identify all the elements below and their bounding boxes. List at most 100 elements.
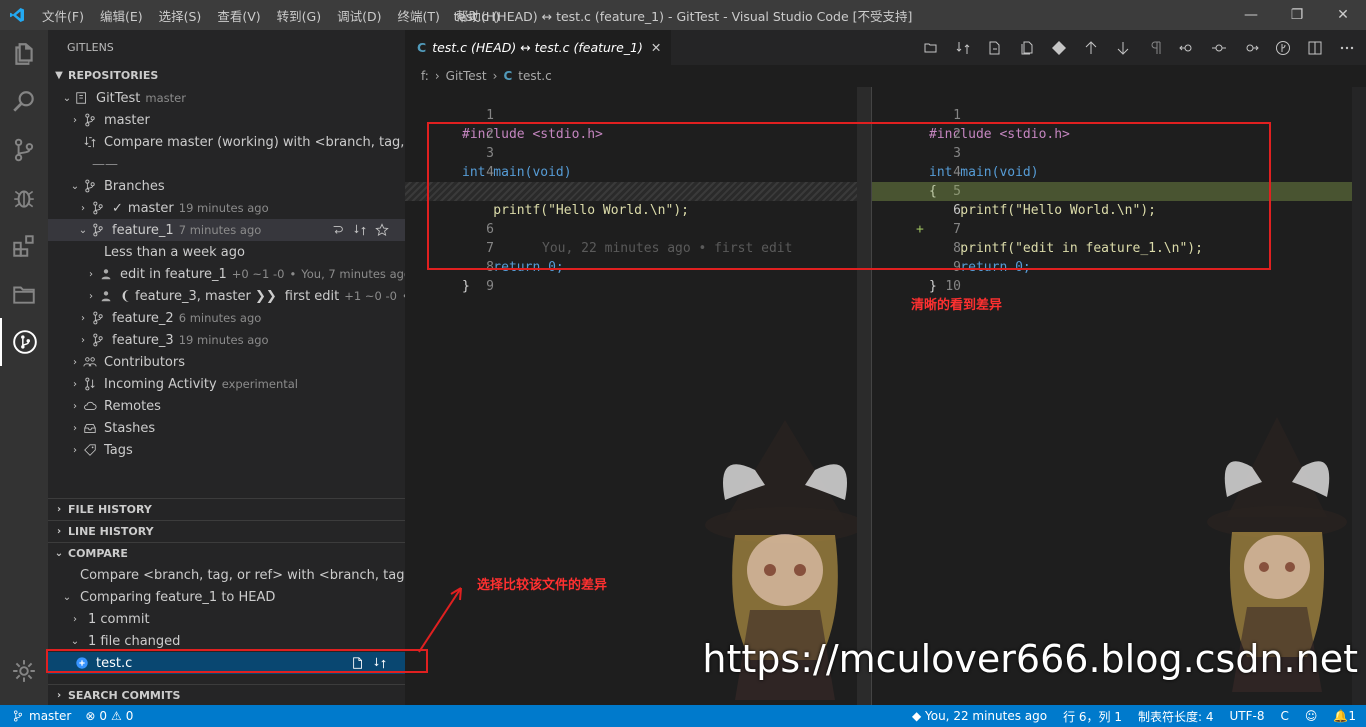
comparison-item[interactable]: ⌄ Comparing feature_1 to HEAD [48,586,405,608]
menu-edit[interactable]: 编辑(E) [92,6,151,25]
arrow-up-icon[interactable] [1082,39,1100,57]
chevron-right-icon: › [73,356,77,368]
compare-section-header[interactable]: ⌄ COMPARE [48,542,405,564]
branch-item-feature-3[interactable]: › feature_3 19 minutes ago [48,329,405,351]
arrow-down-icon[interactable] [1114,39,1132,57]
chevron-down-icon: ▼ [55,70,63,81]
branches-group[interactable]: ⌄ Branches [48,175,405,197]
gitlens-icon[interactable] [0,318,48,366]
branch-item-master[interactable]: › ✓ master 19 minutes ago [48,197,405,219]
commit-item[interactable]: › edit in feature_1 +0 ~1 -0 • You, 7 mi… [48,263,405,285]
star-icon[interactable] [375,223,389,237]
folder-icon[interactable] [0,270,48,318]
stashes-group[interactable]: › Stashes [48,417,405,439]
copy-icon[interactable] [1018,39,1036,57]
right-scrollbar[interactable] [1352,87,1366,705]
debug-icon[interactable] [0,174,48,222]
compare-working-item[interactable]: Compare master (working) with <branch, t… [48,131,405,153]
open-changes-icon[interactable] [922,39,940,57]
commit-count-label: 1 commit [88,611,150,627]
contributors-icon [82,354,98,370]
compare-prompt-item[interactable]: Compare <branch, tag, or ref> with <bran… [48,564,405,586]
branch-name: feature_1 [112,222,174,238]
blame-status[interactable]: ◆ You, 22 minutes ago [912,709,1047,723]
file-history-section-header[interactable]: › FILE HISTORY [48,498,405,520]
editor-actions [922,30,1356,65]
explorer-icon[interactable] [0,30,48,78]
editor-area: C test.c (HEAD) ↔ test.c (feature_1) ✕ f… [405,30,1366,705]
search-commits-section-header[interactable]: › SEARCH COMMITS [48,684,405,706]
commit-count-item[interactable]: › 1 commit [48,608,405,630]
menu-selection[interactable]: 选择(S) [151,6,210,25]
line-history-section-header[interactable]: › LINE HISTORY [48,520,405,542]
gitlens-toggle-icon[interactable] [1274,39,1292,57]
next-revision-icon[interactable] [1242,39,1260,57]
branch-icon [90,332,106,348]
files-changed-label: 1 file changed [88,633,181,649]
diff-highlight-box [427,122,1271,270]
minimize-button[interactable]: — [1228,0,1274,30]
chevron-down-icon: ⌄ [62,92,72,104]
menu-go[interactable]: 转到(G) [269,6,329,25]
branch-icon [82,112,98,128]
chevron-right-icon: › [56,525,62,537]
branch-icon [82,178,98,194]
checkout-icon[interactable] [331,223,345,237]
tags-group[interactable]: › Tags [48,439,405,461]
branch-status[interactable]: master [12,709,71,723]
repositories-section-header[interactable]: ▼ REPOSITORIES [48,65,405,87]
branch-time: 19 minutes ago [178,201,269,215]
incoming-activity-label: Incoming Activity [104,376,217,392]
line-history-label: LINE HISTORY [68,524,154,538]
remotes-group[interactable]: › Remotes [48,395,405,417]
chevron-right-icon: › [81,334,85,346]
branch-item-feature-1[interactable]: ⌄ feature_1 7 minutes ago [48,219,405,241]
code-line: 1 #include <stdio.h> [872,87,1366,142]
settings-gear-icon[interactable] [0,647,48,695]
menu-view[interactable]: 查看(V) [209,6,268,25]
whitespace-icon[interactable] [1146,39,1164,57]
menu-terminal[interactable]: 终端(T) [389,6,447,25]
tab-diff-test-c[interactable]: C test.c (HEAD) ↔ test.c (feature_1) ✕ [405,30,672,65]
menu-help[interactable]: 帮助(H) [448,6,508,25]
branch-item-feature-2[interactable]: › feature_2 6 minutes ago [48,307,405,329]
title-bar: 文件(F) 编辑(E) 选择(S) 查看(V) 转到(G) 调试(D) 终端(T… [0,0,1366,30]
open-file-icon[interactable] [986,39,1004,57]
maximize-button[interactable]: ❐ [1274,0,1320,30]
menu-file[interactable]: 文件(F) [34,6,92,25]
tab-size-status[interactable]: 制表符长度: 4 [1138,708,1214,725]
stash-icon [82,420,98,436]
breadcrumb-folder[interactable]: GitTest [446,69,487,83]
previous-revision-icon[interactable] [1178,39,1196,57]
compare-header-label: COMPARE [68,546,128,560]
source-control-icon[interactable] [0,126,48,174]
branch-icon [90,200,106,216]
commit-refs: ❨ feature_3, master ❯❯ [120,288,277,304]
contributors-group[interactable]: › Contributors [48,351,405,373]
compare-icon[interactable] [353,223,367,237]
breadcrumb-drive[interactable]: f: [421,69,429,83]
split-editor-icon[interactable] [1306,39,1324,57]
commit-item[interactable]: › ❨ feature_3, master ❯❯ first edit +1 ~… [48,285,405,307]
chevron-down-icon: ⌄ [62,591,72,603]
notifications-status[interactable]: 🔔1 [1333,709,1356,723]
compare-previous-icon[interactable] [954,39,972,57]
cursor-position[interactable]: 行 6，列 1 [1063,708,1122,725]
search-icon[interactable] [0,78,48,126]
git-commit-icon[interactable] [1050,39,1068,57]
commit-dot-icon[interactable] [1210,39,1228,57]
feedback-icon[interactable]: ☺ [1305,709,1318,723]
close-window-button[interactable]: ✕ [1320,0,1366,30]
extensions-icon[interactable] [0,222,48,270]
menu-debug[interactable]: 调试(D) [329,6,389,25]
close-tab-icon[interactable]: ✕ [651,40,661,55]
language-status[interactable]: C [1281,709,1289,723]
repo-item[interactable]: ⌄ GitTest master [48,87,405,109]
more-actions-icon[interactable] [1338,39,1356,57]
breadcrumb-file[interactable]: test.c [518,69,551,83]
encoding-status[interactable]: UTF-8 [1230,709,1265,723]
incoming-activity-group[interactable]: › Incoming Activity experimental [48,373,405,395]
master-branch-item[interactable]: › master [48,109,405,131]
problems-status[interactable]: ⊗ 0 ⚠ 0 [85,709,133,723]
